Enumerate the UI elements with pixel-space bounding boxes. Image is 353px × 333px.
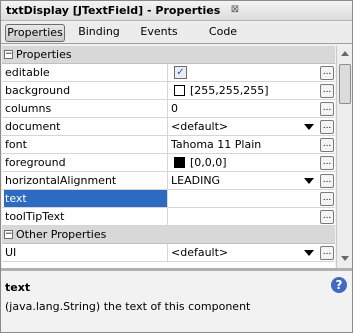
property-row-font[interactable]: font Tahoma 11 Plain ...	[2, 136, 335, 154]
collapse-icon[interactable]: −	[4, 230, 13, 239]
ellipsis-button[interactable]: ...	[320, 174, 334, 188]
collapse-icon[interactable]: −	[4, 50, 13, 59]
properties-window: txtDisplay [JTextField] - Properties ⊠ P…	[0, 0, 353, 333]
tab-events[interactable]: Events	[137, 24, 181, 42]
property-row-text[interactable]: text ...	[2, 190, 335, 208]
ellipsis-button[interactable]: ...	[320, 120, 334, 134]
property-value[interactable]: Tahoma 11 Plain	[169, 136, 319, 153]
vertical-scrollbar[interactable]	[336, 46, 352, 268]
scroll-up-icon[interactable]	[339, 48, 351, 60]
property-grid: − Properties editable ✓ ... background […	[2, 46, 335, 268]
property-value: [0,0,0]	[169, 154, 319, 171]
property-name: UI	[4, 244, 168, 261]
property-name: background	[4, 82, 168, 99]
category-properties[interactable]: − Properties	[2, 46, 335, 64]
property-value: [255,255,255]	[169, 82, 319, 99]
color-value: [255,255,255]	[190, 84, 269, 97]
property-row-horizontal-alignment[interactable]: horizontalAlignment LEADING ...	[2, 172, 335, 190]
category-other-properties[interactable]: − Other Properties	[2, 226, 335, 244]
ellipsis-button[interactable]: ...	[320, 102, 334, 116]
dropdown-arrow-icon[interactable]	[304, 250, 314, 256]
property-row-ui[interactable]: UI <default> ...	[2, 244, 335, 262]
description-panel: text (java.lang.String) the text of this…	[1, 271, 352, 332]
property-value: ✓	[169, 64, 319, 81]
category-label: Properties	[16, 48, 72, 61]
help-icon[interactable]: ?	[331, 277, 347, 293]
property-value[interactable]: <default>	[169, 244, 319, 261]
property-row-document[interactable]: document <default> ...	[2, 118, 335, 136]
title-bar: txtDisplay [JTextField] - Properties ⊠	[1, 1, 352, 21]
tab-bar: Properties Binding Events Code	[1, 22, 352, 44]
scrollbar-thumb[interactable]	[339, 64, 351, 104]
property-row-columns[interactable]: columns 0 ...	[2, 100, 335, 118]
property-name: horizontalAlignment	[4, 172, 168, 189]
ellipsis-button[interactable]: ...	[320, 84, 334, 98]
ellipsis-button[interactable]: ...	[320, 246, 334, 260]
category-label: Other Properties	[16, 228, 107, 241]
property-value[interactable]	[169, 208, 319, 225]
property-value[interactable]: LEADING	[169, 172, 319, 189]
dropdown-arrow-icon[interactable]	[304, 178, 314, 184]
property-name: toolTipText	[4, 208, 168, 225]
property-row-background[interactable]: background [255,255,255] ...	[2, 82, 335, 100]
close-icon[interactable]: ⊠	[229, 4, 241, 16]
description-text: (java.lang.String) the text of this comp…	[5, 300, 251, 313]
dropdown-arrow-icon[interactable]	[304, 124, 314, 130]
editable-checkbox[interactable]: ✓	[174, 66, 187, 79]
color-swatch	[174, 85, 185, 96]
tab-code[interactable]: Code	[201, 24, 245, 42]
ellipsis-button[interactable]: ...	[320, 210, 334, 224]
tab-properties[interactable]: Properties	[5, 24, 65, 42]
ellipsis-button[interactable]: ...	[320, 138, 334, 152]
property-name: editable	[4, 64, 168, 81]
scroll-down-icon[interactable]	[339, 252, 351, 264]
property-name: text	[4, 190, 168, 207]
property-name: foreground	[4, 154, 168, 171]
description-title: text	[5, 281, 31, 294]
property-row-tooltip-text[interactable]: toolTipText ...	[2, 208, 335, 226]
color-value: [0,0,0]	[190, 156, 227, 169]
property-name: columns	[4, 100, 168, 117]
property-name: font	[4, 136, 168, 153]
ellipsis-button[interactable]: ...	[320, 66, 334, 80]
color-swatch	[174, 157, 185, 168]
property-row-editable[interactable]: editable ✓ ...	[2, 64, 335, 82]
tab-binding[interactable]: Binding	[77, 24, 121, 42]
property-value[interactable]: 0	[169, 100, 319, 117]
property-value[interactable]: <default>	[169, 118, 319, 135]
window-title: txtDisplay [JTextField] - Properties	[6, 4, 221, 17]
ellipsis-button[interactable]: ...	[320, 192, 334, 206]
property-name: document	[4, 118, 168, 135]
property-row-foreground[interactable]: foreground [0,0,0] ...	[2, 154, 335, 172]
property-value[interactable]	[169, 190, 319, 207]
ellipsis-button[interactable]: ...	[320, 156, 334, 170]
